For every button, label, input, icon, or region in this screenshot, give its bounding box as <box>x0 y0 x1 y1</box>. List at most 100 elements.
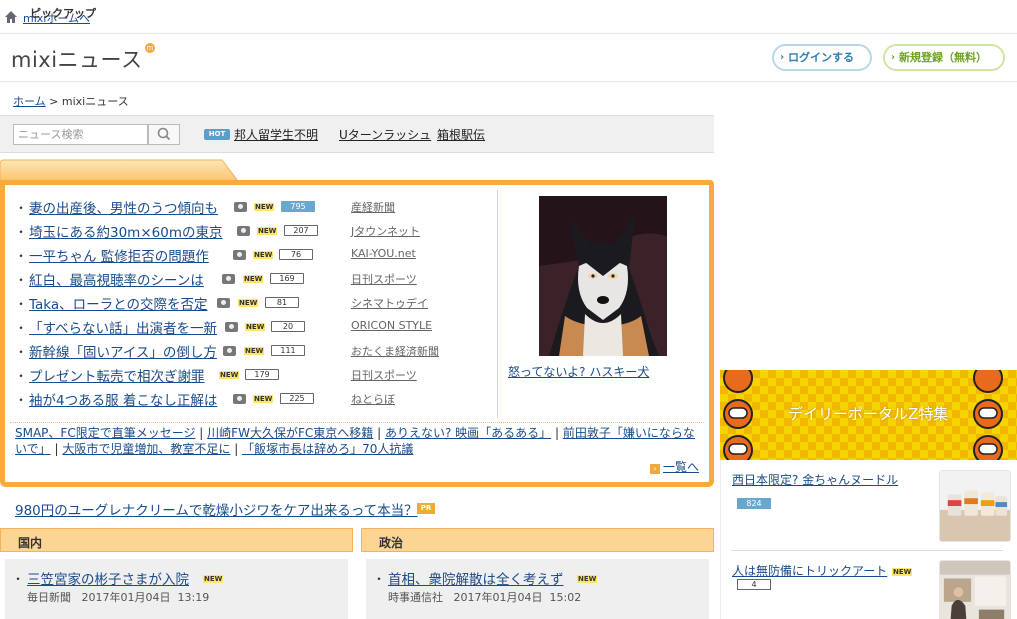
news-source-link[interactable]: 日刊スポーツ <box>351 271 417 287</box>
news-headline-link[interactable]: プレゼント転売で相次ぎ謝罪 <box>29 365 205 385</box>
pickup-tab <box>0 159 238 181</box>
new-badge: NEW <box>254 203 275 211</box>
sub-news-link[interactable]: 川崎FW大久保がFC東京へ移籍 <box>207 426 373 440</box>
news-search-input[interactable] <box>13 124 148 145</box>
register-button[interactable]: › 新規登録（無料） <box>883 44 1005 71</box>
list-item: ・ 袖が4つある服 着こなし正解は NEW 225 ねとらぼ <box>15 387 500 411</box>
pr-badge: PR <box>417 503 435 514</box>
sub-news-link[interactable]: 「飯塚市長は辞めろ」70人抗議 <box>242 442 413 456</box>
bullet: ・ <box>373 572 386 586</box>
link-separator: | <box>234 442 239 456</box>
photo-caption-link[interactable]: 怒ってないよ? ハスキー犬 <box>508 363 649 380</box>
news-headline-link[interactable]: 三笠宮家の彬子さまが入院 <box>27 568 189 588</box>
link-separator: | <box>54 442 59 456</box>
news-headline-link[interactable]: 一平ちゃん 監修拒否の問題作 <box>29 245 209 265</box>
news-source-link[interactable]: KAI-YOU.net <box>351 247 416 260</box>
comment-count-badge[interactable]: 225 <box>280 393 314 404</box>
article-link[interactable]: 人は無防備にトリックアート <box>732 562 887 579</box>
home-icon[interactable] <box>4 10 18 24</box>
category-box-domestic: 国内 ・ 三笠宮家の彬子さまが入院 NEW 毎日新聞 2017年01月04日 1… <box>0 528 353 619</box>
camera-icon <box>234 202 247 212</box>
breadcrumb-current: mixiニュース <box>61 95 129 108</box>
new-badge: NEW <box>253 251 274 259</box>
search-icon <box>157 127 171 141</box>
comment-count-badge[interactable]: 4 <box>737 579 771 590</box>
ad-link[interactable]: 980円のユーグレナクリームで乾燥小ジワをケア出来るって本当？ <box>15 499 418 519</box>
news-headline-link[interactable]: Taka、ローラとの交際を否定 <box>29 293 208 313</box>
pickup-panel: ・ 妻の出産後、男性のうつ傾向も NEW 795 産経新聞 ・ 埼玉にある約30… <box>0 180 714 487</box>
news-source-link[interactable]: ORICON STYLE <box>351 319 432 332</box>
bullet: ・ <box>12 572 25 586</box>
news-headline-link[interactable]: 妻の出産後、男性のうつ傾向も <box>29 197 218 217</box>
category-news-item: ・ 三笠宮家の彬子さまが入院 NEW 毎日新聞 2017年01月04日 13:1… <box>5 559 348 619</box>
new-badge: NEW <box>244 347 265 355</box>
comment-count-badge[interactable]: 795 <box>281 201 315 212</box>
list-item: 人は無防備にトリックアート NEW 4 <box>721 560 1017 619</box>
new-badge: NEW <box>257 227 278 235</box>
sub-news-link[interactable]: ありえない? 映画「あるある」 <box>385 426 551 440</box>
news-source-link[interactable]: シネマトゥデイ <box>351 295 428 311</box>
news-headline-link[interactable]: 袖が4つある服 着こなし正解は <box>29 389 217 409</box>
logo-badge-icon: m <box>145 43 155 53</box>
camera-icon <box>217 298 230 308</box>
link-separator: | <box>554 426 559 440</box>
daily-portal-list: 西日本限定? 金ちゃんヌードル 824 人は無防備にトリックアート NEW 4 <box>720 460 1017 619</box>
noodle-cups-thumbnail[interactable] <box>939 470 1011 542</box>
comment-count-badge[interactable]: 179 <box>245 369 279 380</box>
bullet: ・ <box>15 393 28 407</box>
camera-icon <box>233 250 246 260</box>
news-headline-link[interactable]: 新幹線「固いアイス」の倒し方 <box>29 341 217 361</box>
more-link[interactable]: › 一覧へ <box>650 458 699 475</box>
new-badge: NEW <box>219 371 240 379</box>
list-item: ・ 新幹線「固いアイス」の倒し方 NEW 111 おたくま経済新聞 <box>15 339 500 363</box>
bullet: ・ <box>15 321 28 335</box>
comment-count-badge[interactable]: 824 <box>737 498 771 509</box>
hot-topic-link[interactable]: 箱根駅伝 <box>437 126 485 143</box>
daily-portal-label[interactable]: デイリーポータルZ特集 <box>788 403 948 424</box>
news-headline-link[interactable]: 紅白、最高視聴率のシーンは <box>29 269 204 289</box>
news-source-link[interactable]: Jタウンネット <box>351 223 420 239</box>
news-source-link[interactable]: ねとらぼ <box>351 391 395 407</box>
comment-count-badge[interactable]: 207 <box>284 225 318 236</box>
category-label[interactable]: 政治 <box>379 534 403 551</box>
camera-icon <box>237 226 250 236</box>
list-divider <box>731 550 1003 551</box>
login-button[interactable]: › ログインする <box>772 44 872 71</box>
site-logo[interactable]: mixiニュース <box>11 44 143 74</box>
news-source-link[interactable]: 日刊スポーツ <box>351 367 417 383</box>
bullet: ・ <box>15 369 28 383</box>
pickup-divider <box>497 190 498 418</box>
news-headline-link[interactable]: 埼玉にある約30m×60mの東京 <box>29 221 222 241</box>
more-link-label[interactable]: 一覧へ <box>663 460 699 474</box>
category-label[interactable]: 国内 <box>18 534 42 551</box>
search-button[interactable] <box>148 124 180 145</box>
news-source-link[interactable]: おたくま経済新聞 <box>351 343 439 359</box>
news-headline-link[interactable]: 首相、衆院解散は全く考えず <box>388 568 564 588</box>
breadcrumb: ホーム > mixiニュース <box>13 93 129 109</box>
comment-count-badge[interactable]: 81 <box>265 297 299 308</box>
news-source-link[interactable]: 産経新聞 <box>351 199 395 215</box>
site-header: mixiニュース m › ログインする › 新規登録（無料） <box>0 34 1017 82</box>
new-badge: NEW <box>577 575 598 583</box>
news-meta: 毎日新聞 2017年01月04日 13:19 <box>27 589 209 605</box>
husky-photo[interactable] <box>539 196 667 356</box>
breadcrumb-home[interactable]: ホーム <box>13 95 46 108</box>
article-link[interactable]: 西日本限定? 金ちゃんヌードル <box>732 471 898 488</box>
comment-count-badge[interactable]: 20 <box>271 321 305 332</box>
hot-topic-link[interactable]: Uターンラッシュ <box>339 126 431 143</box>
comment-count-badge[interactable]: 111 <box>271 345 305 356</box>
sub-news-link[interactable]: SMAP、FC限定で直筆メッセージ <box>15 426 195 440</box>
daily-portal-banner[interactable]: デイリーポータルZ特集 <box>720 370 1017 460</box>
comment-count-badge[interactable]: 76 <box>279 249 313 260</box>
comment-count-badge[interactable]: 169 <box>270 273 304 284</box>
bullet: ・ <box>15 345 28 359</box>
list-item: 西日本限定? 金ちゃんヌードル 824 <box>721 470 1017 550</box>
list-item: ・ 「すべらない話」出演者を一新 NEW 20 ORICON STYLE <box>15 315 500 339</box>
sub-news-link[interactable]: 大阪市で児童増加、教室不足に <box>62 442 230 456</box>
list-item: ・ 妻の出産後、男性のうつ傾向も NEW 795 産経新聞 <box>15 195 500 219</box>
list-item: ・ プレゼント転売で相次ぎ謝罪 NEW 179 日刊スポーツ <box>15 363 500 387</box>
breadcrumb-separator: > <box>49 95 59 108</box>
trick-art-thumbnail[interactable] <box>939 560 1011 619</box>
hot-topic-link[interactable]: 邦人留学生不明 <box>234 126 318 143</box>
news-headline-link[interactable]: 「すべらない話」出演者を一新 <box>29 317 217 337</box>
